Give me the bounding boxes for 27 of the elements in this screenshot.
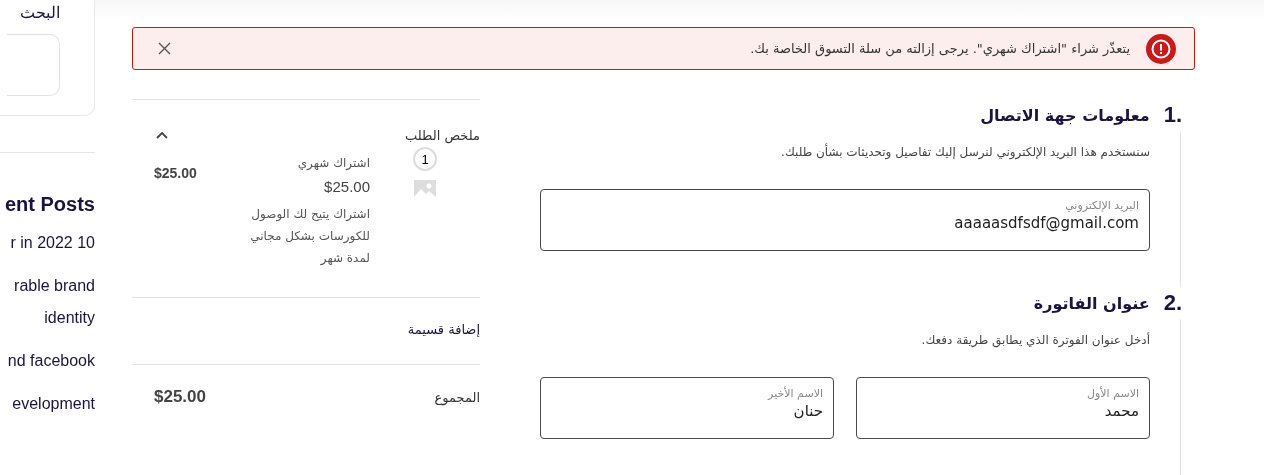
add-coupon-button[interactable]: إضافة قسيمة xyxy=(132,298,480,365)
step-number: 2. xyxy=(1163,290,1182,316)
image-placeholder-icon xyxy=(414,180,436,200)
input-field[interactable]: الاسم الأول محمد xyxy=(856,377,1150,439)
total-label: المجموع xyxy=(434,389,480,405)
section-description: أدخل عنوان الفوترة الذي يطابق طريقة دفعك. xyxy=(920,333,1150,347)
item-description: اشتراك يتيح لك الوصول للكورسات بشكل مجاني لمدة شهر xyxy=(249,206,370,267)
quantity-badge: 1 xyxy=(413,147,437,171)
section-title: عنوان الفاتورة xyxy=(1033,293,1150,313)
item-price: $25.00 xyxy=(324,178,370,195)
step-number: 1. xyxy=(1163,102,1182,128)
search-label: البحث xyxy=(20,3,60,22)
recent-posts-heading: ent Posts xyxy=(3,193,95,216)
post-link[interactable]: r in 2022 10 xyxy=(0,227,95,259)
summary-title: ملخص الطلب xyxy=(404,128,480,143)
post-link[interactable]: evelopment xyxy=(0,388,95,420)
item-total: $25.00 xyxy=(153,164,197,183)
item-name: اشتراك شهري xyxy=(297,156,370,170)
total-value: $25.00 xyxy=(154,387,206,407)
alert-icon xyxy=(1146,33,1176,64)
post-link[interactable]: rable brand identity xyxy=(0,270,95,334)
section-title: معلومات جهة الاتصال xyxy=(980,105,1150,125)
input-field[interactable]: الاسم الأخير حنان xyxy=(540,377,834,439)
section-description: سنستخدم هذا البريد الإلكتروني لنرسل إليك تفاصيل وتحديثات بشأن طلبك. xyxy=(780,145,1150,159)
search-field[interactable] xyxy=(7,34,60,96)
alert-message: يتعذّر شراء "اشتراك شهري". يرجى إزالته من سلة التسوق الخاصة بك. xyxy=(749,41,1130,56)
post-link[interactable]: nd facebook xyxy=(0,345,95,377)
